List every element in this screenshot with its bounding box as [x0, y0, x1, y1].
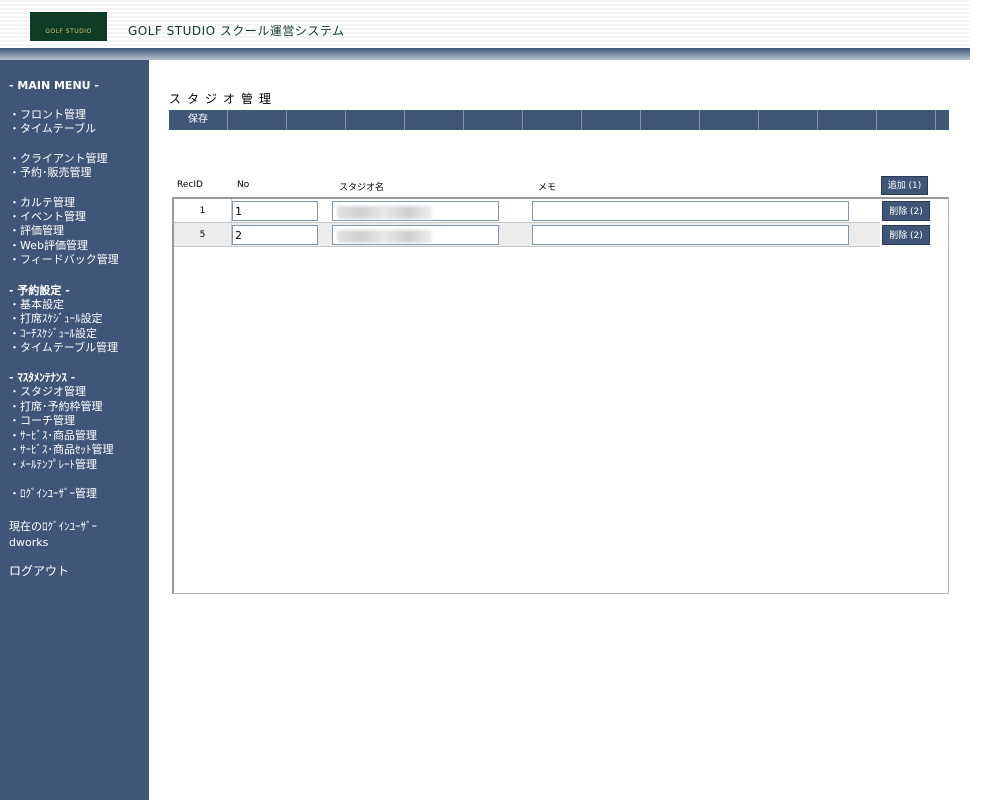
toolbar-cell — [877, 110, 936, 130]
sidebar-item-studio-manage[interactable]: ・スタジオ管理 — [9, 385, 86, 399]
sidebar-item-web-evaluation[interactable]: ・Web評価管理 — [9, 239, 88, 253]
sidebar-item-coach-manage[interactable]: ・コーチ管理 — [9, 414, 75, 428]
sidebar: - MAIN MENU - ・フロント管理 ・タイムテーブル ・クライアント管理… — [0, 60, 149, 800]
toolbar-cell — [287, 110, 346, 130]
sidebar-item-seat-schedule[interactable]: ・打席ｽｹｼﾞｭｰﾙ設定 — [9, 312, 103, 326]
recid-cell: 1 — [174, 199, 232, 223]
sidebar-heading-master-maintenance: - ﾏｽﾀﾒﾝﾃﾅﾝｽ - — [9, 371, 76, 384]
column-header-recid: RecID — [177, 180, 203, 190]
delete-button[interactable]: 削除 (2) — [882, 201, 930, 221]
sidebar-heading-main-menu: - MAIN MENU - — [9, 79, 99, 92]
toolbar-cell — [228, 110, 287, 130]
sidebar-item-client[interactable]: ・クライアント管理 — [9, 152, 108, 166]
recid-cell: 5 — [174, 223, 232, 247]
sidebar-item-timetable-manage[interactable]: ・タイムテーブル管理 — [9, 341, 118, 355]
sidebar-item-service-set[interactable]: ・ｻｰﾋﾞｽ･商品ｾｯﾄ管理 — [9, 443, 114, 457]
toolbar-cell — [700, 110, 759, 130]
sidebar-item-evaluation[interactable]: ・評価管理 — [9, 224, 64, 238]
toolbar-cell — [641, 110, 700, 130]
sidebar-item-event[interactable]: ・イベント管理 — [9, 210, 86, 224]
sidebar-item-coach-schedule[interactable]: ・ｺｰﾁｽｹｼﾞｭｰﾙ設定 — [9, 327, 97, 341]
studio-grid: 1 削除 (2) 5 削除 (2) — [172, 197, 949, 594]
sidebar-item-reserve-sales[interactable]: ・予約･販売管理 — [9, 166, 92, 180]
toolbar-cell — [759, 110, 818, 130]
studio-name-input[interactable] — [332, 201, 499, 221]
golf-studio-logo: GOLF STUDIO — [30, 12, 107, 41]
toolbar-cell — [346, 110, 405, 130]
column-header-studio-name: スタジオ名 — [339, 183, 385, 193]
column-header-no: No — [237, 180, 250, 190]
save-button[interactable]: 保存 — [169, 110, 228, 130]
sidebar-item-front[interactable]: ・フロント管理 — [9, 108, 86, 122]
sidebar-item-basic-settings[interactable]: ・基本設定 — [9, 298, 64, 312]
no-input[interactable] — [232, 225, 318, 245]
studio-name-input[interactable] — [332, 225, 499, 245]
page-title: スタジオ管理 — [169, 92, 278, 106]
sidebar-heading-reserve-settings: - 予約設定 - — [9, 284, 70, 297]
column-header-memo: メモ — [538, 183, 557, 193]
redacted-text — [337, 206, 432, 219]
toolbar-cell — [405, 110, 464, 130]
logout-link[interactable]: ログアウト — [9, 564, 69, 578]
app-title: GOLF STUDIO スクール運営システム — [128, 24, 345, 38]
current-user-label: 現在のﾛｸﾞｲﾝﾕｰｻﾞｰ — [9, 520, 97, 533]
toolbar-cell — [818, 110, 877, 130]
memo-input[interactable] — [532, 201, 849, 221]
sidebar-item-seat-frame[interactable]: ・打席･予約枠管理 — [9, 400, 103, 414]
sidebar-item-mail-template[interactable]: ・ﾒｰﾙﾃﾝﾌﾟﾚｰﾄ管理 — [9, 458, 97, 472]
redacted-text — [337, 230, 432, 243]
toolbar-cell — [464, 110, 523, 130]
sidebar-item-karte[interactable]: ・カルテ管理 — [9, 196, 75, 210]
add-row-button[interactable]: 追加 (1) — [881, 176, 928, 195]
delete-button[interactable]: 削除 (2) — [882, 225, 930, 245]
sidebar-item-service-product[interactable]: ・ｻｰﾋﾞｽ･商品管理 — [9, 429, 97, 443]
sidebar-item-login-user-manage[interactable]: ・ﾛｸﾞｲﾝﾕｰｻﾞｰ管理 — [9, 487, 97, 501]
toolbar-cell — [582, 110, 641, 130]
header-divider — [0, 48, 970, 60]
toolbar-cell — [936, 110, 949, 130]
toolbar: 保存 — [169, 110, 949, 130]
header-bar: GOLF STUDIO GOLF STUDIO スクール運営システム — [0, 0, 970, 48]
sidebar-item-timetable[interactable]: ・タイムテーブル — [9, 122, 96, 136]
memo-input[interactable] — [532, 225, 849, 245]
no-input[interactable] — [232, 201, 318, 221]
current-user-name: dworks — [9, 536, 49, 549]
table-row: 1 削除 (2) — [174, 199, 930, 223]
table-row: 5 削除 (2) — [174, 223, 930, 247]
toolbar-cell — [523, 110, 582, 130]
sidebar-item-feedback[interactable]: ・フィードバック管理 — [9, 253, 119, 267]
